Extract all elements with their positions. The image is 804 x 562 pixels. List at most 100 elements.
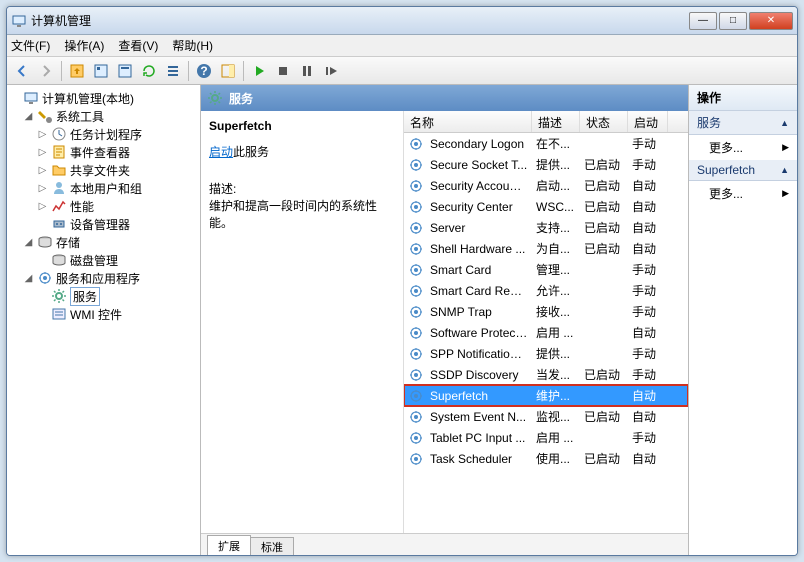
help-button[interactable] — [193, 60, 215, 82]
tree-services-apps[interactable]: ◢服务和应用程序 — [9, 269, 198, 287]
cell-name: Superfetch — [426, 389, 532, 403]
col-status[interactable]: 状态 — [580, 111, 628, 132]
list-button[interactable] — [162, 60, 184, 82]
tree-system-tools[interactable]: ◢系统工具 — [9, 107, 198, 125]
tree-disk-mgmt[interactable]: 磁盘管理 — [9, 251, 198, 269]
export-button[interactable] — [114, 60, 136, 82]
forward-button[interactable] — [35, 60, 57, 82]
properties-button[interactable] — [90, 60, 112, 82]
start-service-button[interactable] — [248, 60, 270, 82]
gear-icon — [408, 304, 424, 320]
actions-header: 操作 — [689, 85, 797, 111]
cell-desc: 支持... — [532, 219, 580, 236]
cell-name: SPP Notification ... — [426, 347, 532, 361]
back-button[interactable] — [11, 60, 33, 82]
cell-name: SNMP Trap — [426, 305, 532, 319]
service-row[interactable]: Tablet PC Input ...启用 ...手动 — [404, 427, 688, 448]
cell-desc: 提供... — [532, 156, 580, 173]
window-title: 计算机管理 — [31, 12, 689, 29]
pause-service-button[interactable] — [296, 60, 318, 82]
service-row[interactable]: Superfetch维护... 自动 — [404, 385, 688, 406]
service-row[interactable]: SPP Notification ...提供...手动 — [404, 343, 688, 364]
service-row[interactable]: Security Account...启动...已启动自动 — [404, 175, 688, 196]
restart-service-button[interactable] — [320, 60, 342, 82]
cell-status: 已启动 — [580, 408, 628, 425]
up-button[interactable] — [66, 60, 88, 82]
tree-local-users[interactable]: ▷本地用户和组 — [9, 179, 198, 197]
tab-extended[interactable]: 扩展 — [207, 535, 251, 556]
tree-services[interactable]: 服务 — [9, 287, 198, 305]
service-row[interactable]: Smart Card Rem...允许...手动 — [404, 280, 688, 301]
service-row[interactable]: Secure Socket T...提供...已启动手动 — [404, 154, 688, 175]
collapse-icon: ▲ — [780, 118, 789, 128]
tree-root[interactable]: 计算机管理(本地) — [9, 89, 198, 107]
cell-desc: 在不... — [532, 135, 580, 152]
collapse-icon: ▲ — [780, 165, 789, 175]
service-row[interactable]: Server支持...已启动自动 — [404, 217, 688, 238]
pane-button[interactable] — [217, 60, 239, 82]
service-row[interactable]: SNMP Trap接收...手动 — [404, 301, 688, 322]
refresh-button[interactable] — [138, 60, 160, 82]
cell-name: Secure Socket T... — [426, 158, 532, 172]
col-startup[interactable]: 启动 — [628, 111, 668, 132]
col-desc[interactable]: 描述 — [532, 111, 580, 132]
cell-name: Smart Card Rem... — [426, 284, 532, 298]
main-panel: 服务 Superfetch 启动此服务 描述: 维护和提高一段时间内的系统性能。… — [201, 85, 689, 555]
service-row[interactable]: Software Protect...启用 ...自动 — [404, 322, 688, 343]
service-row[interactable]: Shell Hardware ...为自...已启动自动 — [404, 238, 688, 259]
cell-startup: 手动 — [628, 366, 668, 383]
cell-name: SSDP Discovery — [426, 368, 532, 382]
toolbar — [7, 57, 797, 85]
service-row[interactable]: Smart Card管理...手动 — [404, 259, 688, 280]
tree-storage[interactable]: ◢存储 — [9, 233, 198, 251]
cell-desc: WSC... — [532, 200, 580, 214]
menu-view[interactable]: 查看(V) — [118, 37, 158, 54]
col-name[interactable]: 名称 — [404, 111, 532, 132]
nav-tree[interactable]: 计算机管理(本地) ◢系统工具 ▷任务计划程序 ▷事件查看器 ▷共享文件夹 ▷本… — [7, 85, 201, 555]
cell-startup: 自动 — [628, 387, 668, 404]
service-row[interactable]: Secondary Logon在不...手动 — [404, 133, 688, 154]
cell-name: Software Protect... — [426, 326, 532, 340]
menu-help[interactable]: 帮助(H) — [172, 37, 213, 54]
cell-desc: 启动... — [532, 177, 580, 194]
gear-icon — [408, 325, 424, 341]
actions-more-services[interactable]: 更多...▶ — [689, 135, 797, 160]
menu-action[interactable]: 操作(A) — [64, 37, 104, 54]
cell-desc: 监视... — [532, 408, 580, 425]
cell-status: 已启动 — [580, 198, 628, 215]
start-service-line: 启动此服务 — [209, 143, 395, 160]
stop-service-button[interactable] — [272, 60, 294, 82]
cell-desc: 维护... — [532, 387, 580, 404]
close-button[interactable]: ✕ — [749, 12, 793, 30]
actions-section-services[interactable]: 服务▲ — [689, 111, 797, 135]
service-row[interactable]: Task Scheduler使用...已启动自动 — [404, 448, 688, 469]
maximize-button[interactable]: □ — [719, 12, 747, 30]
column-headers: 名称 描述 状态 启动 — [404, 111, 688, 133]
tree-event-viewer[interactable]: ▷事件查看器 — [9, 143, 198, 161]
minimize-button[interactable]: — — [689, 12, 717, 30]
service-row[interactable]: Security CenterWSC...已启动自动 — [404, 196, 688, 217]
actions-section-selected[interactable]: Superfetch▲ — [689, 160, 797, 181]
cell-desc: 使用... — [532, 450, 580, 467]
service-row[interactable]: System Event N...监视...已启动自动 — [404, 406, 688, 427]
tab-standard[interactable]: 标准 — [250, 537, 294, 556]
tree-wmi[interactable]: WMI 控件 — [9, 305, 198, 323]
cell-desc: 提供... — [532, 345, 580, 362]
titlebar[interactable]: 计算机管理 — □ ✕ — [7, 7, 797, 35]
tree-device-manager[interactable]: 设备管理器 — [9, 215, 198, 233]
tree-shared-folders[interactable]: ▷共享文件夹 — [9, 161, 198, 179]
cell-name: Task Scheduler — [426, 452, 532, 466]
start-service-link[interactable]: 启动 — [209, 145, 233, 159]
menu-file[interactable]: 文件(F) — [11, 37, 50, 54]
cell-startup: 自动 — [628, 324, 668, 341]
tree-task-scheduler[interactable]: ▷任务计划程序 — [9, 125, 198, 143]
gear-icon — [408, 367, 424, 383]
cell-startup: 手动 — [628, 429, 668, 446]
cell-desc: 接收... — [532, 303, 580, 320]
cell-desc: 为自... — [532, 240, 580, 257]
tree-performance[interactable]: ▷性能 — [9, 197, 198, 215]
actions-more-selected[interactable]: 更多...▶ — [689, 181, 797, 206]
services-rows[interactable]: Secondary Logon在不...手动Secure Socket T...… — [404, 133, 688, 533]
gear-icon — [408, 346, 424, 362]
service-row[interactable]: SSDP Discovery当发...已启动手动 — [404, 364, 688, 385]
